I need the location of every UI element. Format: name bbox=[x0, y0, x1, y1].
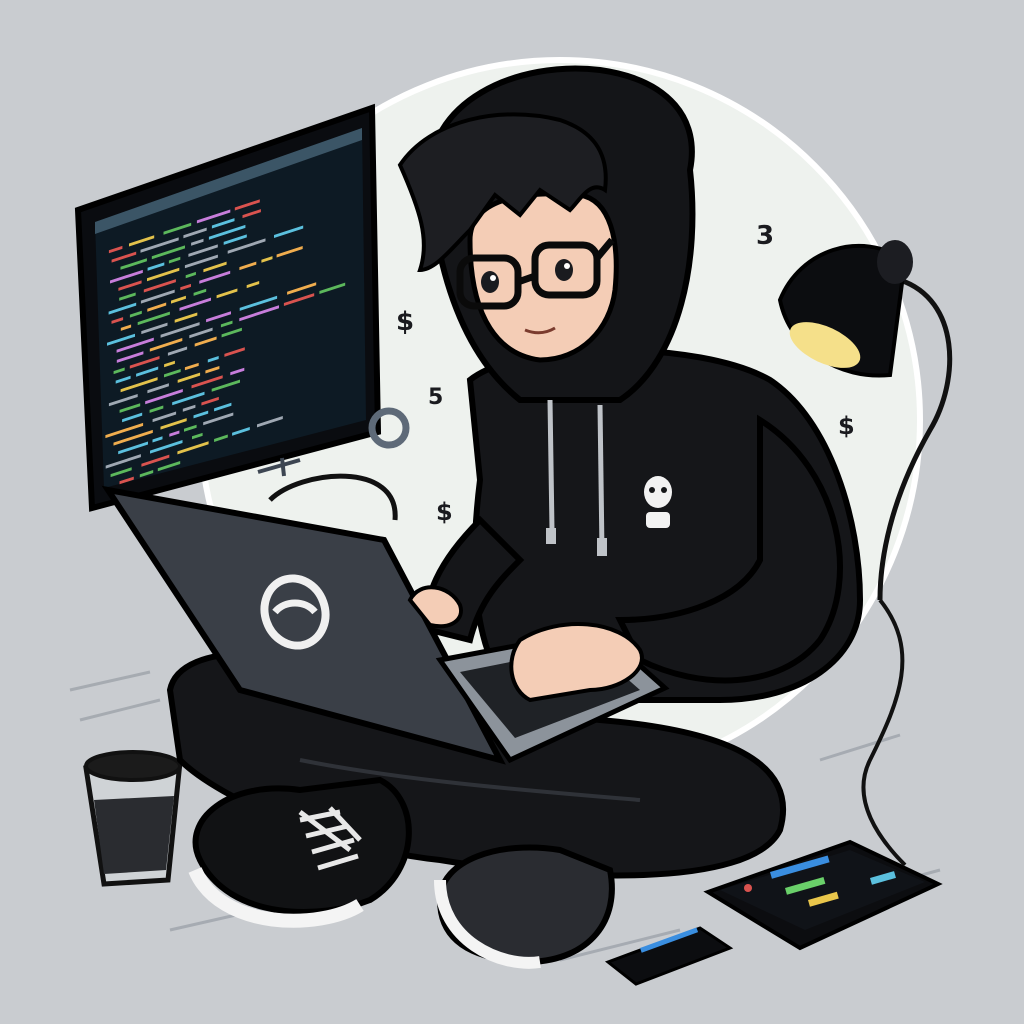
drawstring-left bbox=[547, 399, 555, 531]
illustration: 3 $ 5 $ $ bbox=[0, 0, 1024, 1024]
symbol-dollar: $ bbox=[436, 498, 453, 526]
symbol-dollar: $ bbox=[838, 412, 855, 440]
symbol-dollar: $ bbox=[396, 307, 414, 337]
symbol-5: 5 bbox=[428, 385, 443, 410]
right-shoe bbox=[434, 844, 615, 969]
drawstring-right bbox=[597, 404, 605, 553]
symbol-3: 3 bbox=[756, 221, 774, 251]
coffee-cup bbox=[83, 750, 183, 887]
skull-logo bbox=[644, 476, 672, 528]
